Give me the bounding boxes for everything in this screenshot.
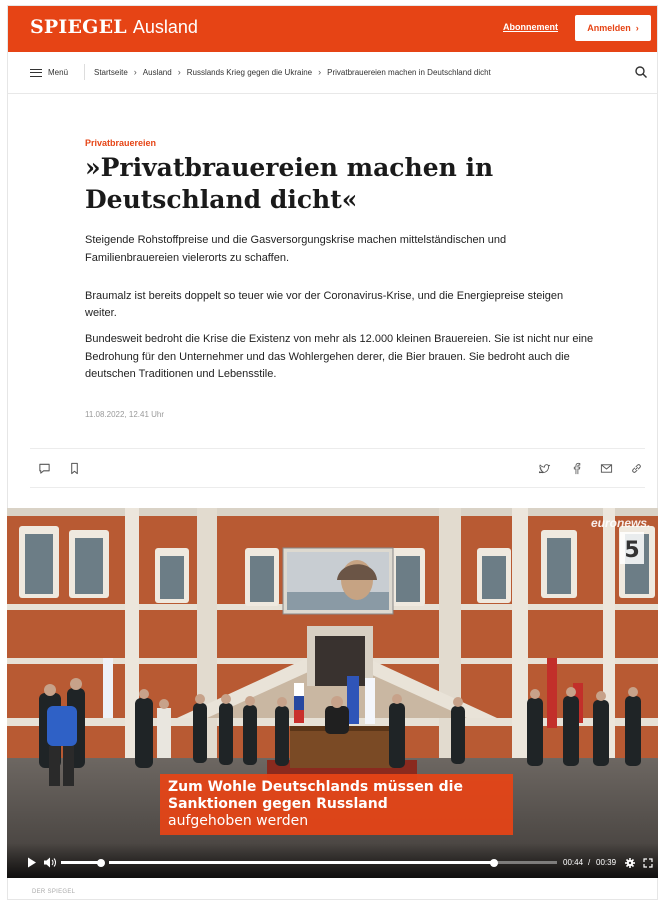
hamburger-icon <box>30 68 42 77</box>
facebook-icon[interactable] <box>570 462 583 475</box>
spiegel-logo[interactable]: SPIEGEL Ausland <box>30 16 198 42</box>
video-controls: 00:44 / 00:39 <box>7 843 658 878</box>
brand-name: SPIEGEL <box>30 16 127 38</box>
video-player[interactable]: euronews. 5 Zum Wohle Deutschlands müsse… <box>7 508 658 878</box>
breadcrumb-ausland[interactable]: Ausland <box>143 68 172 77</box>
chevron-right-icon: › <box>318 67 322 77</box>
image-credit: DER SPIEGEL <box>32 889 76 895</box>
breadcrumb: Startseite › Ausland › Russlands Krieg g… <box>94 67 491 78</box>
social-bar <box>30 448 645 488</box>
caption-line: Zum Wohle Deutschlands müssen die <box>168 779 463 795</box>
chevron-right-icon: › <box>635 23 639 33</box>
progress-fill <box>109 861 495 864</box>
comment-icon[interactable] <box>38 462 51 475</box>
email-icon[interactable] <box>600 462 613 475</box>
fullscreen-icon[interactable] <box>643 858 653 868</box>
article-kicker: Privatbrauereien <box>85 138 157 148</box>
article-paragraph: Braumalz ist bereits doppelt so teuer wi… <box>85 290 564 319</box>
login-button[interactable]: Anmelden › <box>575 15 651 41</box>
search-icon[interactable] <box>634 65 648 79</box>
article-date: 11.08.2022, 12.41 Uhr <box>85 410 165 419</box>
progress-bar[interactable] <box>109 858 557 867</box>
twitter-icon[interactable] <box>538 462 551 475</box>
time-total: 00:39 <box>596 858 617 867</box>
chevron-right-icon: › <box>133 67 137 77</box>
top-bar: SPIEGEL Ausland Abonnement Anmelden › <box>8 6 657 52</box>
section-name: Ausland <box>132 17 198 37</box>
login-label: Anmelden <box>587 23 631 33</box>
bookmark-icon[interactable] <box>68 462 81 475</box>
breadcrumb-ukraine-krieg[interactable]: Russlands Krieg gegen die Ukraine <box>187 68 312 77</box>
time-separator: / <box>588 858 591 867</box>
article-paragraph: Bundesweit bedroht die Krise die Existen… <box>85 333 594 380</box>
play-icon[interactable] <box>27 857 37 868</box>
svg-text:5: 5 <box>624 538 639 563</box>
caption-line: Sanktionen gegen Russland <box>168 796 388 812</box>
chevron-right-icon: › <box>177 67 181 77</box>
time-current: 00:44 <box>563 858 584 867</box>
breadcrumb-startseite[interactable]: Startseite <box>94 68 128 77</box>
nav-divider <box>84 64 85 80</box>
article-lead: Steigende Rohstoffpreise und die Gasvers… <box>85 234 507 264</box>
volume-slider[interactable] <box>61 861 101 864</box>
subscription-link[interactable]: Abonnement <box>503 22 558 32</box>
settings-icon[interactable] <box>625 858 635 868</box>
progress-handle[interactable] <box>490 858 499 867</box>
breadcrumb-current: Privatbrauereien machen in Deutschland d… <box>327 68 491 77</box>
euronews-watermark: euronews. <box>591 516 651 530</box>
caption-line: aufgehoben werden <box>168 813 309 829</box>
article-headline: »Privatbrauereien machen in Deutschland … <box>85 153 494 214</box>
nav-bar: Menü Startseite › Ausland › Russlands Kr… <box>8 52 657 94</box>
menu-label: Menü <box>48 68 69 77</box>
channel-badge-icon: 5 <box>620 532 644 564</box>
volume-icon[interactable] <box>43 857 57 868</box>
link-icon[interactable] <box>630 462 643 475</box>
menu-button[interactable]: Menü <box>30 68 68 77</box>
video-caption: Zum Wohle Deutschlands müssen die Sankti… <box>160 774 513 835</box>
volume-handle[interactable] <box>97 858 105 867</box>
